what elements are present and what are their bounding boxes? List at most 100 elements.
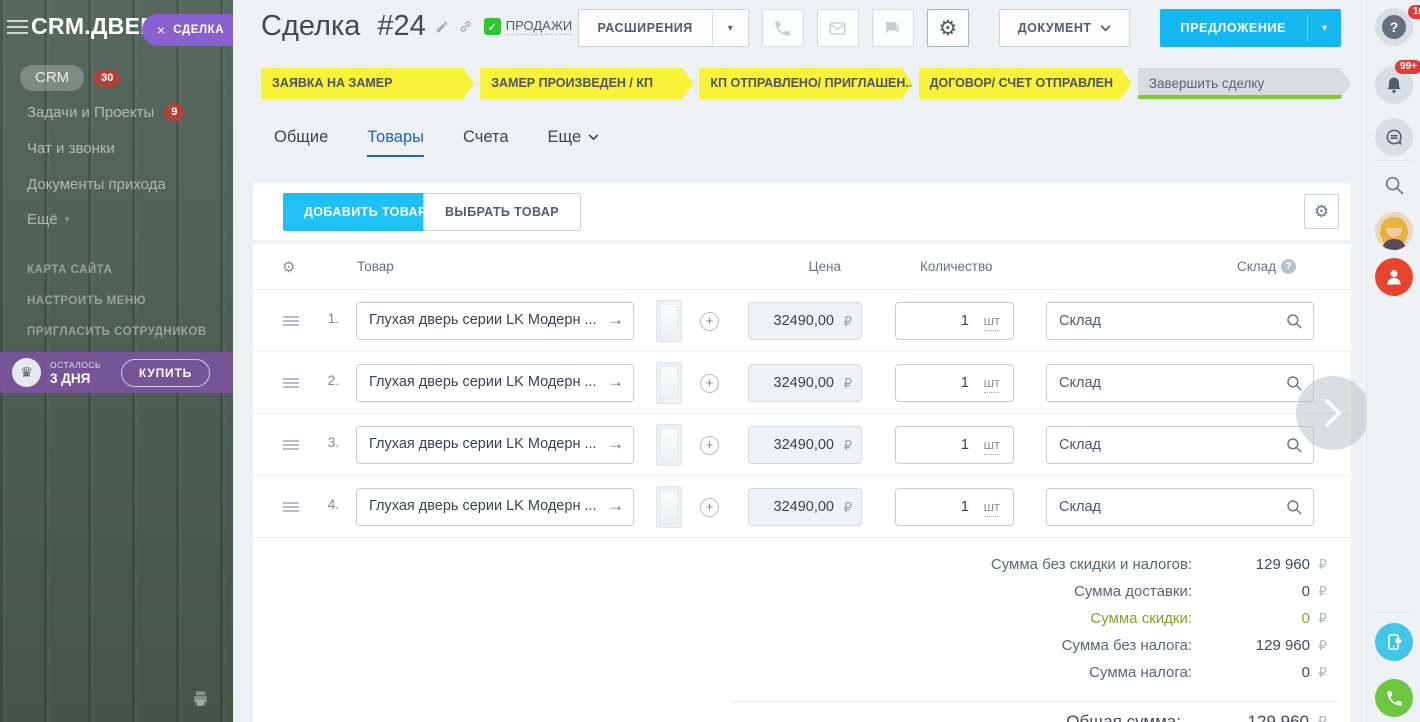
open-product-arrow-icon[interactable]: → [607,496,624,516]
sidebar-item-label[interactable]: CRM [20,65,84,91]
search-button[interactable] [1375,166,1413,204]
call-button[interactable] [762,9,804,47]
warehouse-field[interactable] [1046,488,1314,526]
settings-gear-button[interactable]: ⚙ [927,9,969,47]
pipeline-label[interactable]: ПРОДАЖИ [506,18,572,35]
tab-products[interactable]: Товары [367,128,424,147]
search-icon[interactable] [1285,498,1303,521]
sidebar-link-invite-employees[interactable]: ПРИГЛАСИТЬ СОТРУДНИКОВ [27,326,207,338]
tab-general[interactable]: Общие [274,128,328,147]
stage-chip-finish[interactable]: Завершить сделку [1138,68,1351,99]
product-name-field[interactable]: Глухая дверь серии LK Модерн ... → [356,488,634,526]
warehouse-input[interactable] [1047,427,1313,463]
price-field[interactable]: 32490,00 ₽ [748,426,862,464]
tab-invoices[interactable]: Счета [463,128,509,147]
email-button[interactable] [817,9,859,47]
price-field[interactable]: 32490,00 ₽ [748,488,862,526]
select-product-button[interactable]: ВЫБРАТЬ ТОВАР [423,193,581,231]
unit-selector[interactable]: шт [984,375,1000,393]
drag-handle-icon[interactable] [283,440,299,452]
telephony-button[interactable] [1375,679,1413,717]
messenger-button[interactable] [1375,118,1413,156]
unit-selector[interactable]: шт [984,499,1000,517]
drag-handle-icon[interactable] [283,378,299,390]
warehouse-field[interactable] [1046,302,1314,340]
product-thumbnail[interactable] [656,362,682,404]
search-icon[interactable] [1285,436,1303,459]
product-name-field[interactable]: Глухая дверь серии LK Модерн ... → [356,426,634,464]
stage-chip[interactable]: ДОГОВОР/ СЧЕТ ОТПРАВЛЕН [919,68,1132,99]
buy-button[interactable]: КУПИТЬ [121,359,210,387]
warehouse-field[interactable] [1046,426,1314,464]
mobile-app-button[interactable] [1375,623,1413,661]
close-icon[interactable]: × [157,23,165,37]
notifications-button[interactable]: 99+ [1375,66,1413,104]
stage-chip[interactable]: ЗАМЕР ПРОИЗВЕДЕН / КП [480,68,693,99]
drag-handle-icon[interactable] [283,316,299,328]
chat-button[interactable] [872,9,914,47]
quantity-field[interactable]: 1 шт [895,426,1014,464]
printer-icon[interactable] [191,689,210,713]
column-settings-gear-icon[interactable]: ⚙ [282,258,295,276]
add-photo-plus-icon[interactable]: + [700,436,719,455]
hamburger-menu-icon[interactable] [7,20,28,38]
chevron-down-icon[interactable]: ▾ [713,10,748,46]
product-thumbnail[interactable] [656,424,682,466]
open-product-arrow-icon[interactable]: → [607,434,624,454]
chevron-down-icon[interactable]: ▾ [1308,9,1341,47]
chevron-down-icon: ▾ [65,214,70,225]
sidebar-link-configure-menu[interactable]: НАСТРОИТЬ МЕНЮ [27,295,146,307]
help-button[interactable]: ? 10 [1375,8,1413,46]
edit-pencil-icon[interactable] [435,20,449,34]
sidebar-item-more[interactable]: Ещё ▾ [27,211,69,228]
warehouse-input[interactable] [1047,303,1313,339]
sidebar-item-incoming-docs[interactable]: Документы прихода [27,176,166,193]
extensions-button[interactable]: РАСШИРЕНИЯ ▾ [578,9,749,47]
sidebar-item-chat[interactable]: Чат и звонки [27,140,115,157]
warehouse-field[interactable] [1046,364,1314,402]
price-field[interactable]: 32490,00 ₽ [748,364,862,402]
unit-selector[interactable]: шт [984,437,1000,455]
quantity-field[interactable]: 1 шт [895,488,1014,526]
add-photo-plus-icon[interactable]: + [700,498,719,517]
deal-slider-chip[interactable]: × СДЕЛКА [142,14,233,46]
sidebar-item-label[interactable]: Чат и звонки [27,140,115,157]
column-header-quantity: Количество [920,259,993,274]
copy-link-icon[interactable] [458,19,473,34]
document-button[interactable]: ДОКУМЕНТ [999,9,1130,47]
add-photo-plus-icon[interactable]: + [700,374,719,393]
product-name-field[interactable]: Глухая дверь серии LK Модерн ... → [356,364,634,402]
employees-button[interactable] [1375,258,1413,296]
sidebar-item-label[interactable]: Документы прихода [27,176,166,193]
add-photo-plus-icon[interactable]: + [700,312,719,331]
sidebar-item-label[interactable]: Задачи и Проекты [27,104,154,121]
summary-divider [731,701,1339,702]
stage-chip[interactable]: КП ОТПРАВЛЕНО/ ПРИГЛАШЕН... [699,68,912,99]
sidebar-link-sitemap[interactable]: КАРТА САЙТА [27,264,112,276]
product-thumbnail[interactable] [656,486,682,528]
stage-chip[interactable]: ЗАЯВКА НА ЗАМЕР [261,68,474,99]
quantity-field[interactable]: 1 шт [895,302,1014,340]
search-icon[interactable] [1285,312,1303,335]
quantity-field[interactable]: 1 шт [895,364,1014,402]
product-thumbnail[interactable] [656,300,682,342]
table-scroll-right-button[interactable] [1296,376,1370,450]
open-product-arrow-icon[interactable]: → [607,310,624,330]
price-field[interactable]: 32490,00 ₽ [748,302,862,340]
pipeline-selector[interactable]: ✓ ПРОДАЖИ ▾ [484,18,583,35]
sidebar-item-crm[interactable]: CRM 30 [20,65,120,91]
proposal-button[interactable]: ПРЕДЛОЖЕНИЕ ▾ [1160,9,1341,47]
table-settings-gear-button[interactable]: ⚙ [1304,194,1339,229]
tab-more[interactable]: Еще [548,128,600,147]
warehouse-input[interactable] [1047,489,1313,525]
warehouse-input[interactable] [1047,365,1313,401]
promo-remaining-label: ОСТАЛОСЬ [50,360,101,370]
product-name-field[interactable]: Глухая дверь серии LK Модерн ... → [356,302,634,340]
open-product-arrow-icon[interactable]: → [607,372,624,392]
help-question-icon[interactable]: ? [1281,259,1296,274]
unit-selector[interactable]: шт [984,313,1000,331]
drag-handle-icon[interactable] [283,502,299,514]
sidebar-item-label[interactable]: Ещё [27,211,58,228]
sidebar-item-tasks[interactable]: Задачи и Проекты 9 [27,104,184,121]
user-avatar[interactable] [1375,212,1413,250]
